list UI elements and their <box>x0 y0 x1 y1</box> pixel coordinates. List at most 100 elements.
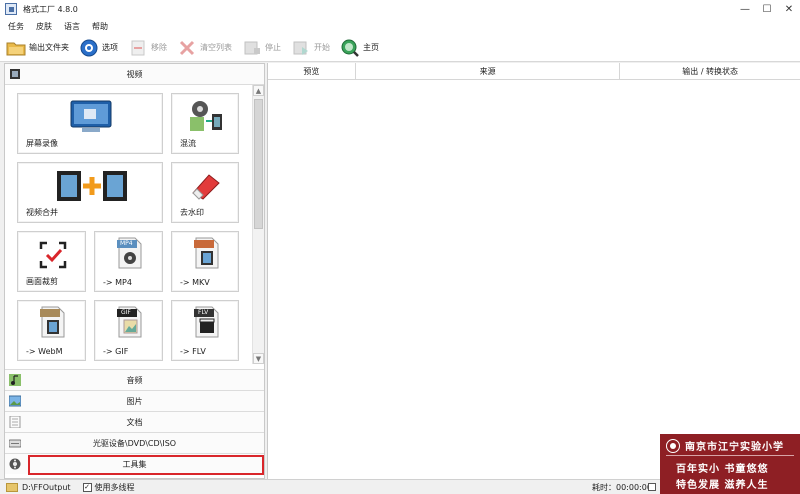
category-optical[interactable]: 光驱设备\DVD\CD\ISO <box>5 432 264 453</box>
window-title: 格式工厂 4.8.0 <box>23 4 78 14</box>
tile-mp4-label: -> MP4 <box>103 278 132 287</box>
scroll-down-icon[interactable]: ▼ <box>253 353 264 364</box>
toolbox-reel-icon <box>8 457 22 471</box>
clear-x-icon <box>177 38 197 58</box>
start-icon <box>291 38 311 58</box>
stop-button[interactable]: 停止 <box>242 36 281 60</box>
tile-mix[interactable]: 混流 <box>171 93 239 154</box>
scroll-thumb[interactable] <box>254 99 263 229</box>
stop-label: 停止 <box>265 43 281 52</box>
category-video[interactable]: 视频 <box>5 64 264 85</box>
tile-screen-record-label: 屏幕录像 <box>26 139 58 148</box>
start-button[interactable]: 开始 <box>291 36 330 60</box>
tile-video-merge[interactable]: 视频合并 <box>17 162 163 223</box>
remove-label: 移除 <box>151 43 167 52</box>
close-button[interactable]: ✕ <box>778 0 800 18</box>
home-label: 主页 <box>363 43 379 52</box>
stop-icon <box>242 38 262 58</box>
video-tools-grid: 屏幕录像 混流 视频合并 去水印 画面裁剪 MP4 -> MP4 -> MKV … <box>5 85 253 364</box>
picture-icon <box>8 394 22 408</box>
category-document[interactable]: 文档 <box>5 411 264 432</box>
output-folder-icon[interactable] <box>6 482 18 492</box>
output-folder-button[interactable]: 输出文件夹 <box>6 36 69 60</box>
tile-mkv[interactable]: -> MKV <box>171 231 239 292</box>
toolbar: 输出文件夹 选项 移除 清空列表 停止 开始 主页 <box>0 34 800 62</box>
watermark-line-2: 特色发展 滋养人生 <box>676 480 769 491</box>
category-document-label: 文档 <box>126 417 143 427</box>
multithread-label: 使用多线程 <box>94 482 135 492</box>
music-note-icon <box>8 373 22 387</box>
eraser-icon <box>189 171 223 203</box>
home-button[interactable]: 主页 <box>340 36 379 60</box>
menu-skin[interactable]: 皮肤 <box>36 21 52 32</box>
watermark-line-1: 百年实小 书童悠悠 <box>676 464 769 475</box>
column-preview[interactable]: 预览 <box>268 63 356 79</box>
column-source[interactable]: 来源 <box>356 63 621 79</box>
tile-screen-record[interactable]: 屏幕录像 <box>17 93 163 154</box>
watermark-school: 南京市江宁实验小学 <box>685 442 784 453</box>
watermark-header: 南京市江宁实验小学 <box>666 438 784 453</box>
tile-webm[interactable]: -> WebM <box>17 300 86 361</box>
menu-bar: 任务 皮肤 语言 帮助 <box>0 18 800 34</box>
tile-crop-label: 画面裁剪 <box>26 277 58 286</box>
gif-badge: GIF <box>121 309 131 316</box>
category-optical-label: 光驱设备\DVD\CD\ISO <box>92 438 177 448</box>
crop-icon <box>38 240 68 272</box>
menu-task[interactable]: 任务 <box>8 21 24 32</box>
gif-file-icon: GIF <box>115 305 145 341</box>
toolbox-highlight-box <box>28 455 264 475</box>
tile-remove-watermark[interactable]: 去水印 <box>171 162 239 223</box>
tools-scrollbar[interactable]: ▲ ▼ <box>252 85 264 364</box>
category-toolbox[interactable]: 工具集 <box>5 453 264 475</box>
category-image-label: 图片 <box>126 396 143 406</box>
tile-crop[interactable]: 画面裁剪 <box>17 231 86 292</box>
format-factory-window: 格式工厂 4.8.0 — ☐ ✕ 任务 皮肤 语言 帮助 输出文件夹 选项 移除… <box>0 0 800 494</box>
mp4-file-icon: MP4 <box>115 236 145 272</box>
task-list-panel: 预览 来源 输出 / 转换状态 <box>267 63 800 479</box>
category-video-label: 视频 <box>126 69 143 79</box>
status-checkbox[interactable] <box>648 483 656 491</box>
category-audio-label: 音频 <box>126 375 143 385</box>
tile-video-merge-label: 视频合并 <box>26 208 58 217</box>
mkv-file-icon <box>192 236 222 272</box>
tile-mp4[interactable]: MP4 -> MP4 <box>94 231 163 292</box>
window-controls: — ☐ ✕ <box>734 0 800 18</box>
column-output-status[interactable]: 输出 / 转换状态 <box>620 63 800 79</box>
category-image[interactable]: 图片 <box>5 390 264 411</box>
remove-button[interactable]: 移除 <box>128 36 167 60</box>
tile-mkv-label: -> MKV <box>180 278 210 287</box>
elapsed-time: 耗时：00:00:00 <box>592 483 652 492</box>
tile-flv[interactable]: FLV -> FLV <box>171 300 239 361</box>
menu-help[interactable]: 帮助 <box>92 21 108 32</box>
options-gear-icon <box>79 38 99 58</box>
flv-badge: FLV <box>198 309 209 316</box>
home-globe-icon <box>340 38 360 58</box>
mp4-badge: MP4 <box>120 240 133 247</box>
menu-language[interactable]: 语言 <box>64 21 80 32</box>
tile-mix-label: 混流 <box>180 139 196 148</box>
clear-list-button[interactable]: 清空列表 <box>177 36 232 60</box>
output-path[interactable]: D:\FFOutput <box>22 483 71 492</box>
task-table-header: 预览 来源 输出 / 转换状态 <box>268 63 800 80</box>
start-label: 开始 <box>314 43 330 52</box>
app-logo-icon <box>5 3 17 15</box>
tile-gif-label: -> GIF <box>103 347 129 356</box>
function-panel: 视频 屏幕录像 混流 视频合并 去水印 画面裁剪 MP4 -> MP4 -> M… <box>4 63 265 479</box>
multithread-checkbox[interactable]: ✓ <box>82 482 92 492</box>
document-icon <box>8 415 22 429</box>
minimize-button[interactable]: — <box>734 0 756 18</box>
tile-gif[interactable]: GIF -> GIF <box>94 300 163 361</box>
options-label: 选项 <box>102 43 118 52</box>
options-button[interactable]: 选项 <box>79 36 118 60</box>
film-icon <box>8 67 22 81</box>
title-bar: 格式工厂 4.8.0 — ☐ ✕ <box>0 0 800 18</box>
output-folder-label: 输出文件夹 <box>29 43 69 52</box>
folder-icon <box>6 38 26 58</box>
flv-file-icon: FLV <box>192 305 222 341</box>
tile-webm-label: -> WebM <box>26 347 63 356</box>
maximize-button[interactable]: ☐ <box>756 0 778 18</box>
disc-drive-icon <box>8 436 22 450</box>
tile-remove-watermark-label: 去水印 <box>180 208 204 217</box>
scroll-up-icon[interactable]: ▲ <box>253 85 264 96</box>
category-audio[interactable]: 音频 <box>5 369 264 390</box>
